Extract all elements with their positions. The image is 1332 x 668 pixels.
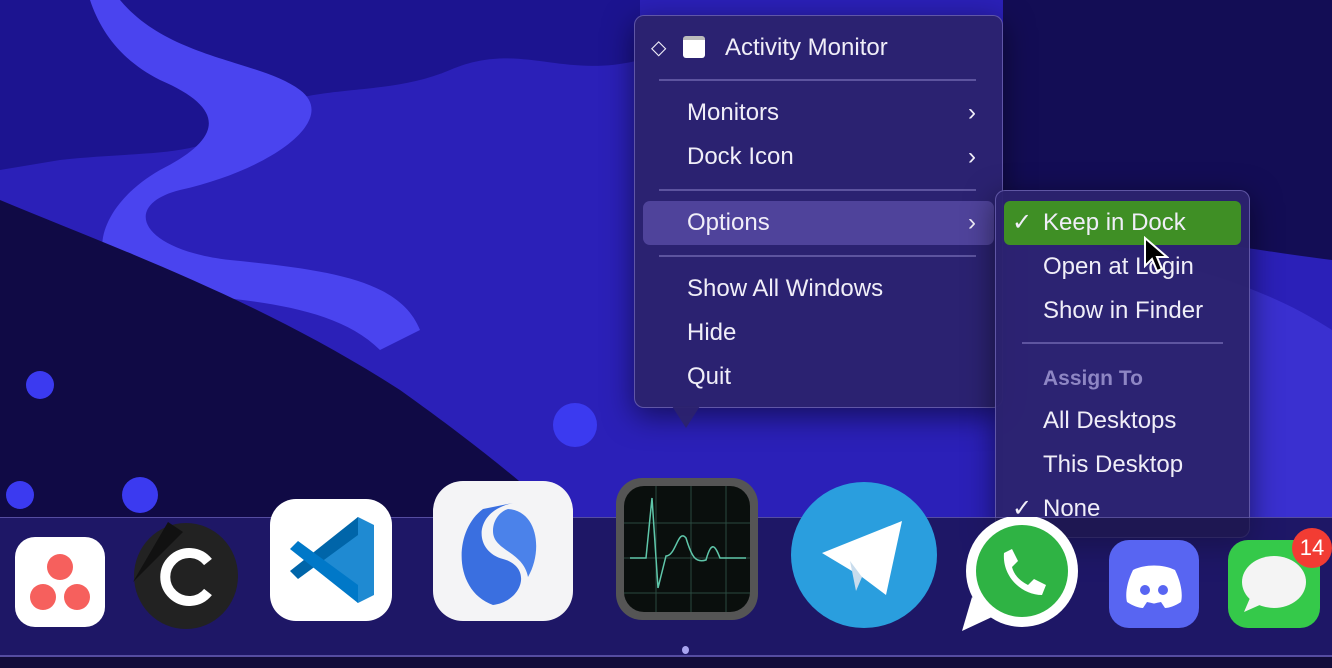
menu-item-show-all-windows[interactable]: Show All Windows: [643, 267, 994, 311]
window-icon: [683, 36, 705, 58]
asana-icon[interactable]: [15, 537, 105, 627]
menu-item-dock-icon[interactable]: Dock Icon›: [643, 135, 994, 179]
menu-item-hide[interactable]: Hide: [643, 311, 994, 355]
chevron-right-icon: ›: [968, 201, 976, 245]
whatsapp-icon[interactable]: [962, 517, 1082, 631]
dock-context-menu: ◇ Activity Monitor Monitors› Dock Icon› …: [634, 15, 1003, 408]
checkmark-icon: ✓: [1012, 201, 1032, 245]
chevron-right-icon: ›: [968, 91, 976, 135]
menu-divider: [659, 189, 976, 191]
submenu-item-keep-in-dock[interactable]: ✓Keep in Dock: [1004, 201, 1241, 245]
assign-to-header: Assign To: [1004, 357, 1241, 401]
coteditor-icon[interactable]: [133, 522, 239, 630]
notification-badge: 14: [1292, 528, 1332, 568]
menu-app-title[interactable]: ◇ Activity Monitor: [643, 26, 994, 70]
activity-monitor-icon[interactable]: [616, 478, 758, 620]
submenu-item-all-desktops[interactable]: All Desktops: [1004, 399, 1241, 443]
menu-divider: [1022, 342, 1223, 344]
menu-item-options[interactable]: Options›: [643, 201, 994, 245]
menu-divider: [659, 79, 976, 81]
submenu-item-this-desktop[interactable]: This Desktop: [1004, 443, 1241, 487]
diamond-icon: ◇: [651, 26, 666, 70]
telegram-icon[interactable]: [790, 481, 938, 629]
submenu-item-open-at-login[interactable]: Open at Login: [1004, 245, 1241, 289]
menu-divider: [659, 255, 976, 257]
running-indicator: [682, 646, 689, 654]
options-submenu: ✓Keep in Dock Open at Login Show in Find…: [995, 190, 1250, 538]
vscode-icon[interactable]: [270, 499, 392, 621]
menu-pointer: [672, 406, 700, 428]
discord-icon[interactable]: [1109, 540, 1199, 628]
menu-item-monitors[interactable]: Monitors›: [643, 91, 994, 135]
chevron-right-icon: ›: [968, 135, 976, 179]
mouse-cursor-icon: [1143, 236, 1169, 274]
menu-item-quit[interactable]: Quit: [643, 355, 994, 399]
simplenote-icon[interactable]: [433, 481, 573, 621]
submenu-item-show-in-finder[interactable]: Show in Finder: [1004, 289, 1241, 333]
